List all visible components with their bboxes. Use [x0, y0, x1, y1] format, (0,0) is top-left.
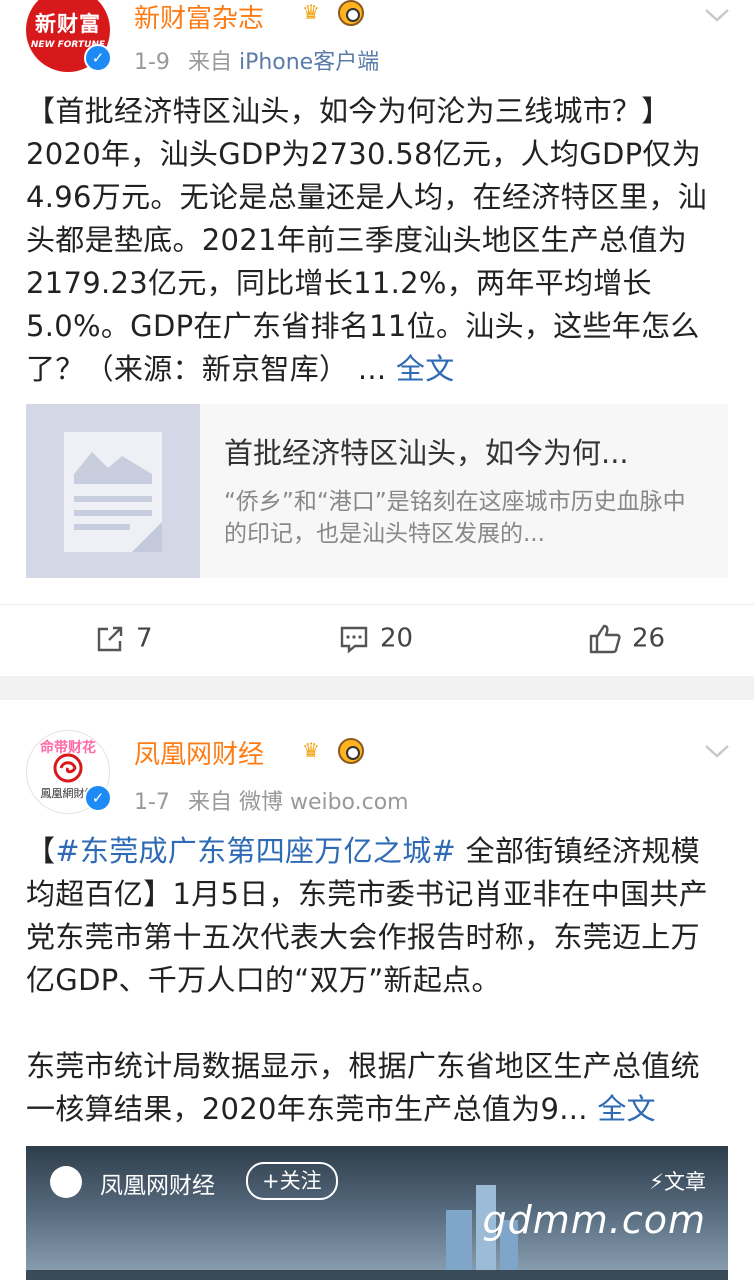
full-text-link[interactable]: 全文 — [396, 352, 455, 386]
post-date: 1-9 — [134, 50, 170, 75]
like-button[interactable]: 26 — [588, 623, 665, 655]
comment-icon — [340, 626, 368, 654]
skyline-decoration — [26, 1270, 728, 1280]
source-prefix: 来自 — [187, 790, 232, 815]
verified-icon: ✓ — [84, 44, 112, 72]
post-image[interactable]: 凤凰网财经 +关注 ⚡文章 gdmm.com — [26, 1146, 728, 1280]
author-name[interactable]: 新财富杂志 — [134, 0, 264, 35]
chevron-down-icon[interactable] — [702, 736, 732, 766]
verified-icon: ✓ — [84, 784, 112, 812]
thumbs-up-icon — [589, 624, 621, 654]
article-label: ⚡文章 — [649, 1170, 706, 1194]
article-title: 首批经济特区汕头，如今为何... — [224, 436, 629, 470]
hashtag-link[interactable]: #东莞成广东第四座万亿之城# — [55, 834, 456, 868]
share-icon — [97, 626, 123, 652]
full-text-link[interactable]: 全文 — [597, 1092, 656, 1126]
fan-badge-icon — [338, 738, 364, 764]
document-icon — [64, 432, 162, 552]
source-prefix: 来自 — [187, 50, 232, 75]
chevron-down-icon[interactable] — [702, 0, 732, 30]
source-link[interactable]: iPhone客户端 — [239, 50, 379, 75]
watermark: gdmm.com — [482, 1198, 706, 1242]
article-card[interactable]: 首批经济特区汕头，如今为何... “侨乡”和“港口”是铭刻在这座城市历史血脉中的… — [26, 404, 728, 578]
post-body: 【#东莞成广东第四座万亿之城# 全部街镇经济规模均超百亿】1月5日，东莞市委书记… — [26, 834, 709, 1126]
post-date: 1-7 — [134, 790, 170, 815]
post-separator — [0, 676, 754, 700]
ellipsis: ... — [348, 352, 387, 386]
fan-badge-icon — [338, 0, 364, 26]
post-1: 新财富 NEW FORTUNE ✓ 新财富杂志 ♛ 1-9 来自 iPhone客户… — [0, 0, 754, 676]
image-source-name: 凤凰网财经 — [100, 1173, 215, 1199]
follow-button[interactable]: +关注 — [246, 1162, 338, 1200]
post-meta: 1-7 来自 微博 weibo.com — [134, 784, 409, 816]
action-bar: 7 20 26 — [0, 604, 754, 677]
phoenix-logo-icon — [50, 1166, 82, 1198]
comment-button[interactable]: 20 — [338, 623, 413, 655]
repost-button[interactable]: 7 — [94, 623, 153, 655]
phoenix-logo-icon — [53, 753, 83, 783]
post-text: 【首批经济特区汕头，如今为何沦为三线城市？】2020年，汕头GDP为2730.5… — [26, 94, 708, 386]
article-description: “侨乡”和“港口”是铭刻在这座城市历史血脉中的印记，也是汕头特区发展的... — [224, 489, 686, 547]
post-meta: 1-9 来自 iPhone客户端 — [134, 44, 379, 76]
author-name[interactable]: 凤凰网财经 — [134, 734, 264, 771]
crown-icon: ♛ — [302, 738, 320, 762]
crown-icon: ♛ — [302, 0, 320, 24]
source-link[interactable]: 微博 weibo.com — [239, 790, 409, 815]
post-body: 【首批经济特区汕头，如今为何沦为三线城市？】2020年，汕头GDP为2730.5… — [26, 90, 728, 391]
article-thumbnail — [26, 404, 200, 578]
